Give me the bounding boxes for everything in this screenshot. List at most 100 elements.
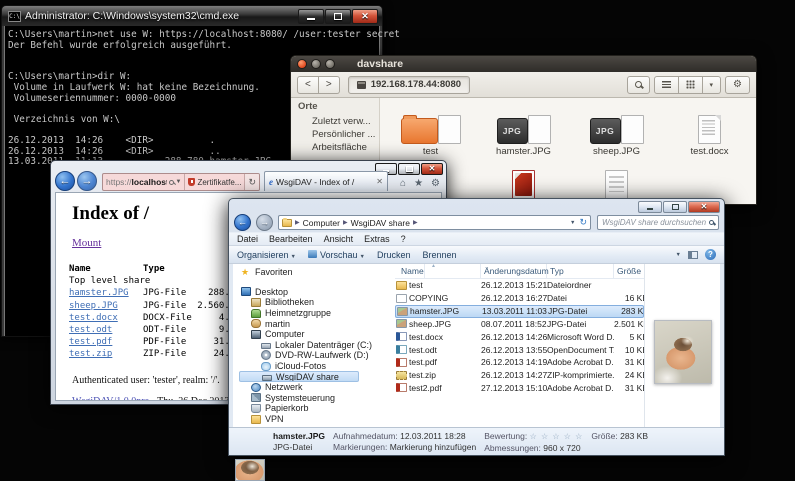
file-grid-item[interactable]: sheep.JPG	[570, 102, 663, 157]
status-rating[interactable]: Bewertung: ☆ ☆ ☆ ☆ ☆	[484, 431, 583, 442]
file-grid-item[interactable]: hamster.JPG	[477, 102, 570, 157]
column-name[interactable]: Name▲	[395, 264, 481, 278]
column-size[interactable]: Größe	[614, 264, 644, 278]
tab-close-icon[interactable]: ✕	[376, 177, 383, 186]
file-grid-item[interactable]: test.docx	[663, 102, 756, 157]
file-row[interactable]: test.zip 26.12.2013 14:27 ZIP-komprimier…	[395, 369, 644, 382]
forward-button[interactable]: →	[77, 171, 97, 191]
certificate-error-button[interactable]: Zertifikatfe...	[184, 174, 244, 190]
help-icon[interactable]: ?	[705, 249, 716, 260]
menu-item[interactable]: Ansicht	[324, 234, 354, 244]
nav-tree-item[interactable]: martin	[239, 318, 393, 329]
grid-view-button[interactable]	[679, 76, 703, 94]
close-button[interactable]: ✕	[352, 9, 378, 24]
home-icon[interactable]: ⌂	[400, 178, 406, 189]
settings-button[interactable]: ⚙	[725, 76, 750, 94]
nav-tree-item[interactable]: VPN	[239, 414, 393, 425]
file-row[interactable]: test2.pdf 27.12.2013 15:10 Adobe Acrobat…	[395, 382, 644, 395]
file-row[interactable]: test.pdf 26.12.2013 14:19 Adobe Acrobat …	[395, 356, 644, 369]
file-row[interactable]: test.docx 26.12.2013 14:26 Microsoft Wor…	[395, 330, 644, 343]
favorites-star-icon[interactable]: ★	[414, 178, 423, 189]
maximize-button[interactable]	[663, 201, 687, 213]
status-tags[interactable]: Markierungen: Markierung hinzufügen	[333, 442, 476, 452]
minimize-button[interactable]	[311, 59, 321, 69]
back-button[interactable]: <	[297, 76, 319, 94]
mount-link[interactable]: Mount	[72, 237, 101, 249]
breadcrumb-share[interactable]: WsgiDAV share	[351, 218, 410, 228]
nav-tree-item[interactable]: Lokaler Datenträger (C:)	[239, 340, 393, 351]
back-button[interactable]: ←	[55, 171, 75, 191]
file-name: sheep.JPG	[409, 319, 481, 329]
back-button[interactable]: ←	[234, 214, 251, 231]
maximize-button[interactable]	[325, 59, 335, 69]
menu-item[interactable]: ?	[401, 234, 406, 244]
minimize-button[interactable]	[638, 201, 662, 213]
refresh-icon[interactable]: ↻	[579, 217, 587, 228]
gear-icon[interactable]: ⚙	[431, 178, 440, 189]
nav-tree-item[interactable]: Systemsteuerung	[239, 393, 393, 404]
print-button[interactable]: Drucken	[377, 250, 411, 260]
nav-tree-item[interactable]: Computer	[239, 329, 393, 340]
file-row[interactable]: hamster.JPG 13.03.2011 11:03 JPG-Datei 2…	[395, 305, 644, 318]
file-link[interactable]: test.odt	[69, 325, 112, 335]
file-row[interactable]: test.odt 26.12.2013 13:55 OpenDocument T…	[395, 343, 644, 356]
preview-button[interactable]: Vorschau▼	[308, 250, 365, 260]
file-row[interactable]: test 26.12.2013 15:21 Dateiordner	[395, 279, 644, 292]
file-link[interactable]: hamster.JPG	[69, 288, 129, 298]
column-date[interactable]: Änderungsdatum	[481, 264, 547, 278]
nav-tree-item[interactable]: Favoriten	[239, 267, 393, 278]
file-row[interactable]: COPYING 26.12.2013 16:27 Datei 16 KB	[395, 292, 644, 305]
address-dropdown-icon[interactable]: ▼	[570, 220, 575, 226]
breadcrumb[interactable]: ▶ Computer ▶ WsgiDAV share ▶ ▼ ↻	[278, 215, 591, 230]
organize-button[interactable]: Organisieren▼	[237, 250, 296, 260]
close-button[interactable]: ✕	[688, 201, 720, 213]
refresh-button[interactable]: ↻	[244, 174, 259, 190]
view-options-button[interactable]: ▾	[703, 76, 722, 94]
file-grid-item[interactable]: test	[384, 102, 477, 157]
views-dropdown-icon[interactable]: ▼	[676, 252, 681, 258]
close-button[interactable]	[297, 59, 307, 69]
file-link[interactable]: test.zip	[69, 349, 112, 359]
location-breadcrumb[interactable]: 192.168.178.44:8080	[348, 76, 470, 94]
file-list[interactable]: Name▲ Änderungsdatum Typ Größe test 26.1…	[393, 264, 644, 427]
forward-button[interactable]: >	[319, 76, 340, 94]
nav-tree-item[interactable]: WsgiDAV share	[239, 371, 359, 382]
nav-tree-item[interactable]: DVD-RW-Laufwerk (D:)	[239, 350, 393, 361]
nav-tree-item[interactable]: Desktop	[239, 287, 393, 298]
menu-item[interactable]: Datei	[237, 234, 258, 244]
sidebar-place-item[interactable]: Zuletzt verw...	[298, 115, 379, 128]
nav-tree-item[interactable]: Papierkorb	[239, 403, 393, 414]
browser-tab[interactable]: e WsgiDAV - Index of / ✕	[264, 171, 388, 191]
file-link[interactable]: test.pdf	[69, 337, 112, 347]
nav-tree-item[interactable]: Bibliotheken	[239, 297, 393, 308]
file-link[interactable]: sheep.JPG	[69, 301, 118, 311]
file-link[interactable]: test.docx	[69, 313, 118, 323]
file-grid-item[interactable]: test.zip	[570, 157, 663, 204]
list-view-button[interactable]	[654, 76, 679, 94]
burn-button[interactable]: Brennen	[422, 250, 456, 260]
cmd-titlebar[interactable]: C:\ Administrator: C:\Windows\system32\c…	[2, 6, 382, 26]
search-input[interactable]: WsgiDAV share durchsuchen	[597, 215, 719, 230]
search-icon[interactable]	[169, 180, 174, 185]
file-grid-item[interactable]: test.pdf	[477, 157, 570, 204]
chevron-down-icon[interactable]: ▼	[175, 179, 181, 185]
address-bar[interactable]: https://localhost:8080/ ▼ Zertifikatfe..…	[102, 173, 260, 191]
menu-item[interactable]: Bearbeiten	[269, 234, 313, 244]
menu-item[interactable]: Extras	[364, 234, 390, 244]
search-button[interactable]	[627, 76, 650, 94]
maximize-button[interactable]	[325, 9, 351, 24]
nav-tree-item[interactable]: iCloud-Fotos	[239, 361, 393, 372]
wsgidav-link[interactable]: WsgiDAV/1.0.0pre	[72, 396, 149, 401]
nautilus-titlebar[interactable]: davshare	[291, 56, 756, 72]
breadcrumb-computer[interactable]: Computer	[303, 218, 340, 228]
minimize-button[interactable]	[298, 9, 324, 24]
column-type[interactable]: Typ	[547, 264, 614, 278]
forward-button[interactable]: →	[256, 214, 273, 231]
file-row[interactable]: sheep.JPG 08.07.2011 18:52 JPG-Datei 2.5…	[395, 318, 644, 331]
sidebar-place-item[interactable]: Arbeitsfläche	[298, 141, 379, 154]
explorer-titlebar[interactable]: ✕	[229, 199, 724, 213]
sidebar-place-item[interactable]: Persönlicher ...	[298, 128, 379, 141]
nav-tree-item[interactable]: Netzwerk	[239, 382, 393, 393]
preview-pane-toggle-icon[interactable]	[688, 251, 698, 259]
nav-tree-item[interactable]: Heimnetzgruppe	[239, 308, 393, 319]
